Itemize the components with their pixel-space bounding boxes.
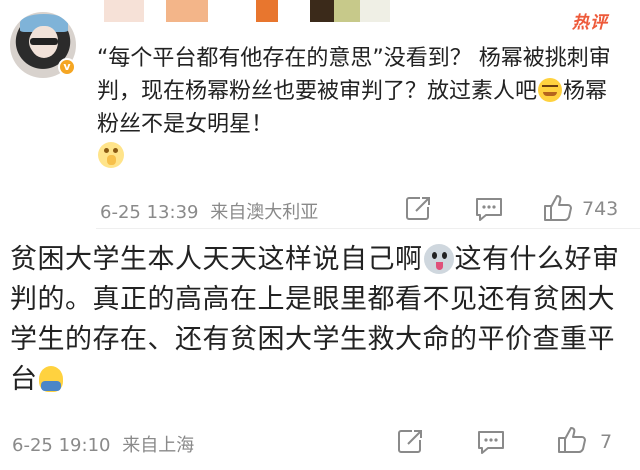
repost-icon xyxy=(406,197,430,220)
redaction-block xyxy=(310,0,334,22)
repost-button[interactable] xyxy=(396,427,424,455)
comment-source: 来自澳大利亚 xyxy=(210,202,319,223)
redaction-block xyxy=(166,0,208,22)
redacted-strip xyxy=(96,0,426,22)
pray-face-icon xyxy=(98,142,124,168)
comment-text: 贫困大学生本人天天这样说自己啊 这有什么好审判的。真正的高高在上是眼里都看不见还有… xyxy=(10,240,620,400)
comment-text-part: “每个平台都有他存在的意思”没看到？ 杨幂被挑刺审判，现在杨幂粉丝也要被审判了？… xyxy=(97,46,611,104)
avatar-glasses xyxy=(30,38,58,45)
comment-time: 19:10 xyxy=(58,435,111,456)
comment-time: 13:39 xyxy=(146,202,199,223)
comment-divider xyxy=(96,228,640,229)
sweat-smile-icon xyxy=(538,78,563,102)
like-count: 7 xyxy=(600,431,613,453)
like-button[interactable] xyxy=(556,425,588,455)
redaction-block xyxy=(334,0,360,22)
comment-text-part: 贫困大学生本人天天这样说自己啊 xyxy=(10,244,423,275)
comment-source: 来自上海 xyxy=(122,435,195,456)
comment-date: 6-25 xyxy=(12,435,53,456)
comment-icon xyxy=(476,198,502,221)
redaction-block xyxy=(104,0,144,22)
husky-dog-icon xyxy=(423,244,454,274)
comment-date: 6-25 xyxy=(100,202,141,223)
hot-comment-badge: 热评 xyxy=(572,13,608,33)
comment-icon xyxy=(478,431,504,454)
redaction-block xyxy=(360,0,390,22)
reply-button[interactable] xyxy=(474,195,504,223)
comment-meta: 6-25 19:10 来自上海 xyxy=(12,431,194,457)
comment-meta: 6-25 13:39 来自澳大利亚 xyxy=(100,198,318,224)
repost-icon xyxy=(398,430,422,453)
redaction-block xyxy=(256,0,278,22)
like-button[interactable] xyxy=(542,193,574,223)
verified-badge-icon: v xyxy=(58,58,76,76)
sitting-figure-icon xyxy=(38,366,63,392)
reply-button[interactable] xyxy=(476,428,506,456)
thumbs-up-icon xyxy=(544,195,572,221)
thumbs-up-icon xyxy=(558,427,586,453)
like-count: 743 xyxy=(582,198,619,220)
repost-button[interactable] xyxy=(404,194,432,222)
comment-text: “每个平台都有他存在的意思”没看到？ 杨幂被挑刺审判，现在杨幂粉丝也要被审判了？… xyxy=(97,42,627,174)
